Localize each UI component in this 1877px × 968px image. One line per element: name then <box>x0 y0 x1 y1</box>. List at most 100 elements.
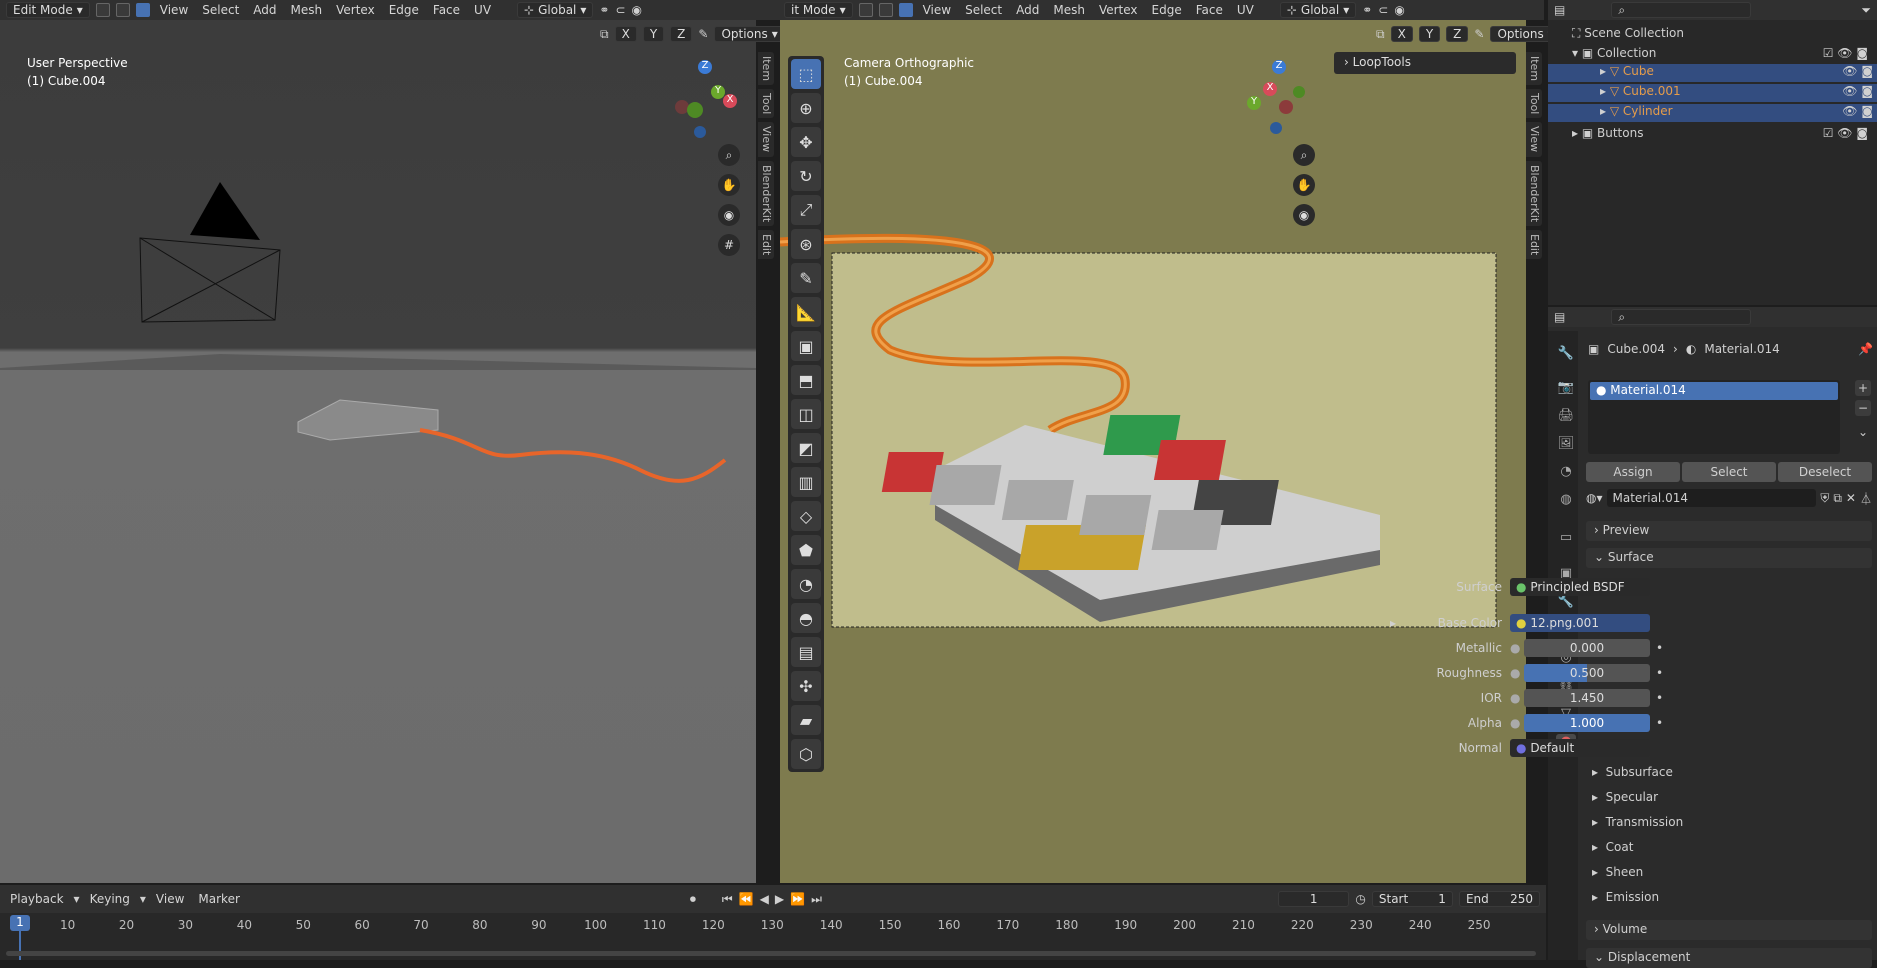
displacement-panel-header[interactable]: ⌄ Displacement <box>1586 948 1872 968</box>
menu-keying[interactable]: Keying <box>86 892 134 906</box>
tab-view[interactable]: View <box>1526 122 1542 157</box>
editor-type-icon[interactable]: ▤ <box>1554 3 1565 17</box>
measure-tool[interactable]: 📐 <box>791 297 821 327</box>
outliner-row[interactable]: ▸ ▽ Cylinder 👁 ◙ <box>1548 104 1877 122</box>
playhead[interactable]: 1 <box>10 915 30 931</box>
preview-panel[interactable]: › Preview <box>1586 521 1872 541</box>
zoom-icon[interactable]: ⌕ <box>718 144 740 166</box>
visibility-icons[interactable]: ☑ 👁 ◙ <box>1823 126 1868 140</box>
left-viewport[interactable]: User Perspective (1) Cube.004 Z Y X ⌕ ✋ … <box>0 20 756 883</box>
menu-add[interactable]: Add <box>1012 3 1043 17</box>
tab-edit[interactable]: Edit <box>758 229 774 260</box>
menu-playback[interactable]: Playback <box>6 892 68 906</box>
link-icon[interactable]: ⚭ <box>599 3 609 17</box>
visibility-icons[interactable]: ☑ 👁 ◙ <box>1823 46 1868 60</box>
visibility-icons[interactable]: 👁 ◙ <box>1842 64 1873 78</box>
assign-button[interactable]: Assign <box>1586 462 1680 482</box>
keyframe-icon[interactable]: • <box>1656 666 1663 680</box>
axis-y[interactable]: Y <box>642 26 665 42</box>
surface-panel-header[interactable]: ⌄ Surface <box>1586 548 1872 568</box>
menu-view[interactable]: View <box>152 892 188 906</box>
menu-marker[interactable]: Marker <box>194 892 243 906</box>
wrench-icon[interactable]: ✎ <box>1474 27 1484 41</box>
wrench-icon[interactable]: ✎ <box>698 27 708 41</box>
next-keyframe-icon[interactable]: ⏩ <box>790 892 805 906</box>
menu-face[interactable]: Face <box>429 3 464 17</box>
options-dropdown[interactable]: Options ▾ <box>714 26 785 42</box>
inset-tool[interactable]: ◫ <box>791 399 821 429</box>
prop-slider[interactable]: 1.000 <box>1524 714 1650 732</box>
record-icon[interactable]: ⏺ <box>690 892 696 907</box>
rotate-tool[interactable]: ↻ <box>791 161 821 191</box>
menu-vertex[interactable]: Vertex <box>332 3 379 17</box>
outliner-row[interactable]: ▸ ▣ Buttons ☑ 👁 ◙ <box>1572 126 1872 144</box>
mode-dropdown[interactable]: it Mode ▾ <box>784 2 853 18</box>
subpanel-sheen[interactable]: ▸ Sheen <box>1592 865 1643 879</box>
loop-cut-tool[interactable]: ▥ <box>791 467 821 497</box>
prop-slider[interactable]: 1.450 <box>1524 689 1650 707</box>
tab-blenderkit[interactable]: BlenderKit <box>1526 160 1542 226</box>
mode-dropdown[interactable]: Edit Mode ▾ <box>6 2 90 18</box>
gizmo-neg-x[interactable] <box>1279 100 1293 114</box>
tab-tool[interactable]: Tool <box>1526 89 1542 119</box>
material-name-field[interactable]: Material.014 <box>1606 489 1817 507</box>
view-layer-tab-icon[interactable]: 🖼 <box>1556 436 1576 456</box>
add-slot-button[interactable]: + <box>1855 380 1871 396</box>
edge-select-icon[interactable] <box>878 3 893 17</box>
tab-view[interactable]: View <box>758 122 774 157</box>
hand-icon[interactable]: ✋ <box>1293 174 1315 196</box>
edge-select-icon[interactable] <box>115 3 130 17</box>
menu-view[interactable]: View <box>156 3 192 17</box>
world-tab-icon[interactable]: ◍ <box>1556 492 1576 512</box>
select-box-tool[interactable]: ⬚ <box>791 59 821 89</box>
subpanel-coat[interactable]: ▸ Coat <box>1592 840 1633 854</box>
face-select-icon[interactable] <box>135 3 150 17</box>
shrink-tool[interactable]: ✣ <box>791 671 821 701</box>
axis-z[interactable]: Z <box>1446 26 1469 42</box>
proportional-icon[interactable]: ◉ <box>632 3 642 17</box>
material-slot-list[interactable]: ● Material.014 <box>1588 380 1840 454</box>
visibility-icons[interactable]: 👁 ◙ <box>1842 104 1873 118</box>
start-frame-field[interactable]: Start 1 <box>1371 891 1453 907</box>
annotate-tool[interactable]: ✎ <box>791 263 821 293</box>
jump-end-icon[interactable]: ⏭ <box>811 892 822 907</box>
tab-item[interactable]: Item <box>758 52 774 86</box>
select-button[interactable]: Select <box>1682 462 1776 482</box>
add-cube-tool[interactable]: ▣ <box>791 331 821 361</box>
play-reverse-icon[interactable]: ◀ <box>760 892 769 906</box>
edge-slide-tool[interactable]: ▤ <box>791 637 821 667</box>
orientation-gizmo[interactable]: Z X Y <box>1240 60 1320 140</box>
mirror-icon[interactable]: ⧉ <box>600 27 609 42</box>
tool-tab-icon[interactable]: 🔧 <box>1556 346 1576 366</box>
material-browse-icon[interactable]: ◍▾ <box>1586 491 1603 505</box>
prop-node-field[interactable]: ● Principled BSDF <box>1510 578 1650 596</box>
poly-build-tool[interactable]: ⬟ <box>791 535 821 565</box>
outliner-row[interactable]: ▸ ▽ Cube 👁 ◙ <box>1548 64 1877 82</box>
duplicate-icon[interactable]: ⧉ <box>1833 491 1842 506</box>
knife-tool[interactable]: ◇ <box>791 501 821 531</box>
cursor-tool[interactable]: ⊕ <box>791 93 821 123</box>
outliner-row[interactable]: ▾ ▣ Collection ☑ 👁 ◙ <box>1572 46 1872 64</box>
transform-tool[interactable]: ⊛ <box>791 229 821 259</box>
vertex-select-icon[interactable] <box>858 3 873 17</box>
render-tab-icon[interactable]: 📷 <box>1556 380 1576 400</box>
rip-tool[interactable]: ⬡ <box>791 739 821 769</box>
jump-start-icon[interactable]: ⏮ <box>722 892 733 907</box>
gizmo-z[interactable]: Z <box>698 60 712 74</box>
pin-icon[interactable]: 📌 <box>1858 342 1873 356</box>
close-icon[interactable]: ✕ <box>1846 491 1856 505</box>
menu-uv[interactable]: UV <box>470 3 495 17</box>
menu-uv[interactable]: UV <box>1233 3 1258 17</box>
deselect-button[interactable]: Deselect <box>1778 462 1872 482</box>
orientation-dropdown[interactable]: ⊹ Global ▾ <box>1279 2 1357 18</box>
prev-keyframe-icon[interactable]: ⏪ <box>739 892 754 906</box>
subpanel-subsurface[interactable]: ▸ Subsurface <box>1592 765 1673 779</box>
vertex-select-icon[interactable] <box>95 3 110 17</box>
prop-node-field[interactable]: ● Default <box>1510 739 1650 757</box>
volume-panel-header[interactable]: › Volume <box>1586 920 1872 940</box>
gizmo-neg-y[interactable] <box>687 102 703 118</box>
gizmo-z[interactable]: Z <box>1272 60 1286 74</box>
face-select-icon[interactable] <box>898 3 913 17</box>
outliner-search[interactable]: ⌕ <box>1611 2 1752 18</box>
gizmo-neg-z[interactable] <box>1270 122 1282 134</box>
